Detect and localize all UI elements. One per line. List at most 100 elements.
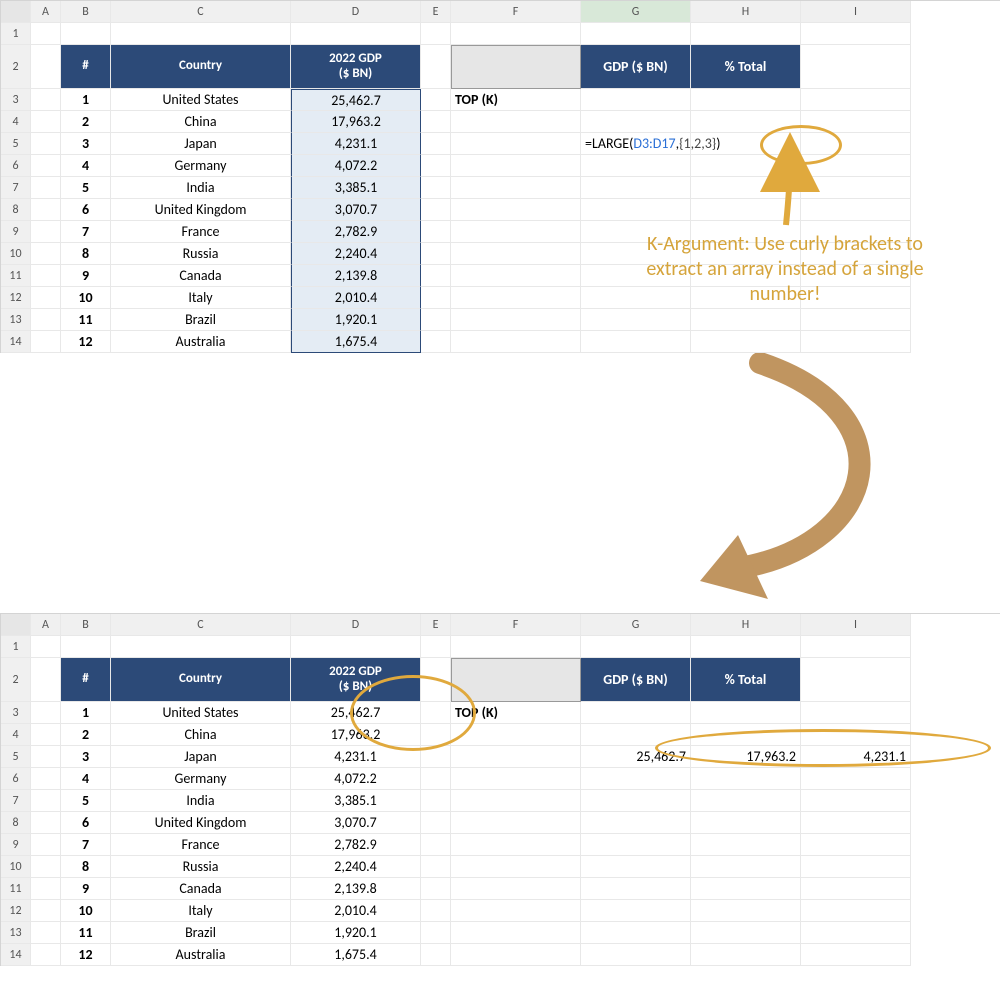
cell-F14[interactable] [451, 331, 581, 353]
cell-C7[interactable]: India [111, 790, 291, 812]
row-header-6[interactable]: 6 [1, 155, 31, 177]
cell-A4[interactable] [31, 111, 61, 133]
cell-C3[interactable]: United States [111, 89, 291, 111]
cell-E11[interactable] [421, 265, 451, 287]
label-topk[interactable]: TOP (K) [451, 89, 581, 111]
cell-B5[interactable]: 3 [61, 746, 111, 768]
cell-B4[interactable]: 2 [61, 111, 111, 133]
cell-G13[interactable] [581, 922, 691, 944]
cell-C8[interactable]: United Kingdom [111, 812, 291, 834]
cell-E5[interactable] [421, 746, 451, 768]
cell-I13[interactable] [801, 309, 911, 331]
cell-F11[interactable] [451, 878, 581, 900]
cell-C13[interactable]: Brazil [111, 309, 291, 331]
cell-D4[interactable]: 17,963.2 [291, 724, 421, 746]
cell-C10[interactable]: Russia [111, 856, 291, 878]
cell-I9[interactable] [801, 834, 911, 856]
cell-E7[interactable] [421, 177, 451, 199]
row-header-2[interactable]: 2 [1, 658, 31, 702]
col-header-G[interactable]: G [581, 614, 691, 636]
cell-H8[interactable] [691, 199, 801, 221]
cell-B4[interactable]: 2 [61, 724, 111, 746]
cell-D5[interactable]: 4,231.1 [291, 746, 421, 768]
cell-B12[interactable]: 10 [61, 900, 111, 922]
row-header-9[interactable]: 9 [1, 834, 31, 856]
cell-C5[interactable]: Japan [111, 133, 291, 155]
cell-B2[interactable]: # [61, 45, 111, 89]
cell-C1[interactable] [111, 636, 291, 658]
cell-B6[interactable]: 4 [61, 768, 111, 790]
cell-I13[interactable] [801, 922, 911, 944]
cell-H12[interactable] [691, 900, 801, 922]
cell-E8[interactable] [421, 199, 451, 221]
row-header-10[interactable]: 10 [1, 856, 31, 878]
header-right-gdp[interactable]: GDP ($ BN) [581, 45, 691, 89]
cell-D13[interactable]: 1,920.1 [291, 309, 421, 331]
cell-G2[interactable]: GDP ($ BN) [581, 658, 691, 702]
col-header-I[interactable]: I [801, 1, 911, 23]
cell-A8[interactable] [31, 199, 61, 221]
row-header-8[interactable]: 8 [1, 812, 31, 834]
cell-B12[interactable]: 10 [61, 287, 111, 309]
cell-F12[interactable] [451, 900, 581, 922]
cell-D14[interactable]: 1,675.4 [291, 944, 421, 966]
header-right-pct[interactable]: % Total [691, 45, 801, 89]
cell-H6[interactable] [691, 155, 801, 177]
cell-A8[interactable] [31, 812, 61, 834]
cell-A6[interactable] [31, 768, 61, 790]
cell-H7[interactable] [691, 790, 801, 812]
cell-A3[interactable] [31, 89, 61, 111]
cell-E13[interactable] [421, 309, 451, 331]
cell-G1[interactable] [581, 636, 691, 658]
cell-F11[interactable] [451, 265, 581, 287]
cell-I6[interactable] [801, 155, 911, 177]
cell-E6[interactable] [421, 768, 451, 790]
result-3[interactable]: 4,231.1 [801, 746, 911, 768]
cell-F6[interactable] [451, 155, 581, 177]
cell-B2[interactable]: # [61, 658, 111, 702]
cell-C10[interactable]: Russia [111, 243, 291, 265]
cell-D3[interactable]: 25,462.7 [291, 702, 421, 724]
cell-F8[interactable] [451, 812, 581, 834]
cell-E4[interactable] [421, 111, 451, 133]
spreadsheet-bottom[interactable]: ABCDEFGHI12#Country2022 GDP($ BN)GDP ($ … [0, 613, 1000, 966]
cell-C6[interactable]: Germany [111, 155, 291, 177]
cell-C1[interactable] [111, 23, 291, 45]
cell-A2[interactable] [31, 658, 61, 702]
cell-H4[interactable] [691, 111, 801, 133]
cell-F10[interactable] [451, 243, 581, 265]
cell-I4[interactable] [801, 724, 911, 746]
cell-I1[interactable] [801, 23, 911, 45]
cell-F2[interactable] [451, 658, 581, 702]
cell-G6[interactable] [581, 768, 691, 790]
cell-F13[interactable] [451, 309, 581, 331]
cell-D13[interactable]: 1,920.1 [291, 922, 421, 944]
cell-I12[interactable] [801, 900, 911, 922]
row-header-4[interactable]: 4 [1, 724, 31, 746]
row-header-7[interactable]: 7 [1, 177, 31, 199]
cell-A1[interactable] [31, 636, 61, 658]
cell-C3[interactable]: United States [111, 702, 291, 724]
cell-I1[interactable] [801, 636, 911, 658]
cell-C4[interactable]: China [111, 111, 291, 133]
cell-F10[interactable] [451, 856, 581, 878]
cell-A13[interactable] [31, 922, 61, 944]
row-header-7[interactable]: 7 [1, 790, 31, 812]
cell-H9[interactable] [691, 834, 801, 856]
cell-B5[interactable]: 3 [61, 133, 111, 155]
col-header-C[interactable]: C [111, 614, 291, 636]
cell-E2[interactable] [421, 658, 451, 702]
cell-H13[interactable] [691, 309, 801, 331]
cell-E9[interactable] [421, 834, 451, 856]
cell-A1[interactable] [31, 23, 61, 45]
cell-D12[interactable]: 2,010.4 [291, 900, 421, 922]
row-header-11[interactable]: 11 [1, 878, 31, 900]
cell-E6[interactable] [421, 155, 451, 177]
cell-H8[interactable] [691, 812, 801, 834]
cell-D7[interactable]: 3,385.1 [291, 177, 421, 199]
cell-G9[interactable] [581, 834, 691, 856]
cell-A7[interactable] [31, 177, 61, 199]
cell-D2[interactable]: 2022 GDP($ BN) [291, 45, 421, 89]
cell-G14[interactable] [581, 944, 691, 966]
cell-A2[interactable] [31, 45, 61, 89]
